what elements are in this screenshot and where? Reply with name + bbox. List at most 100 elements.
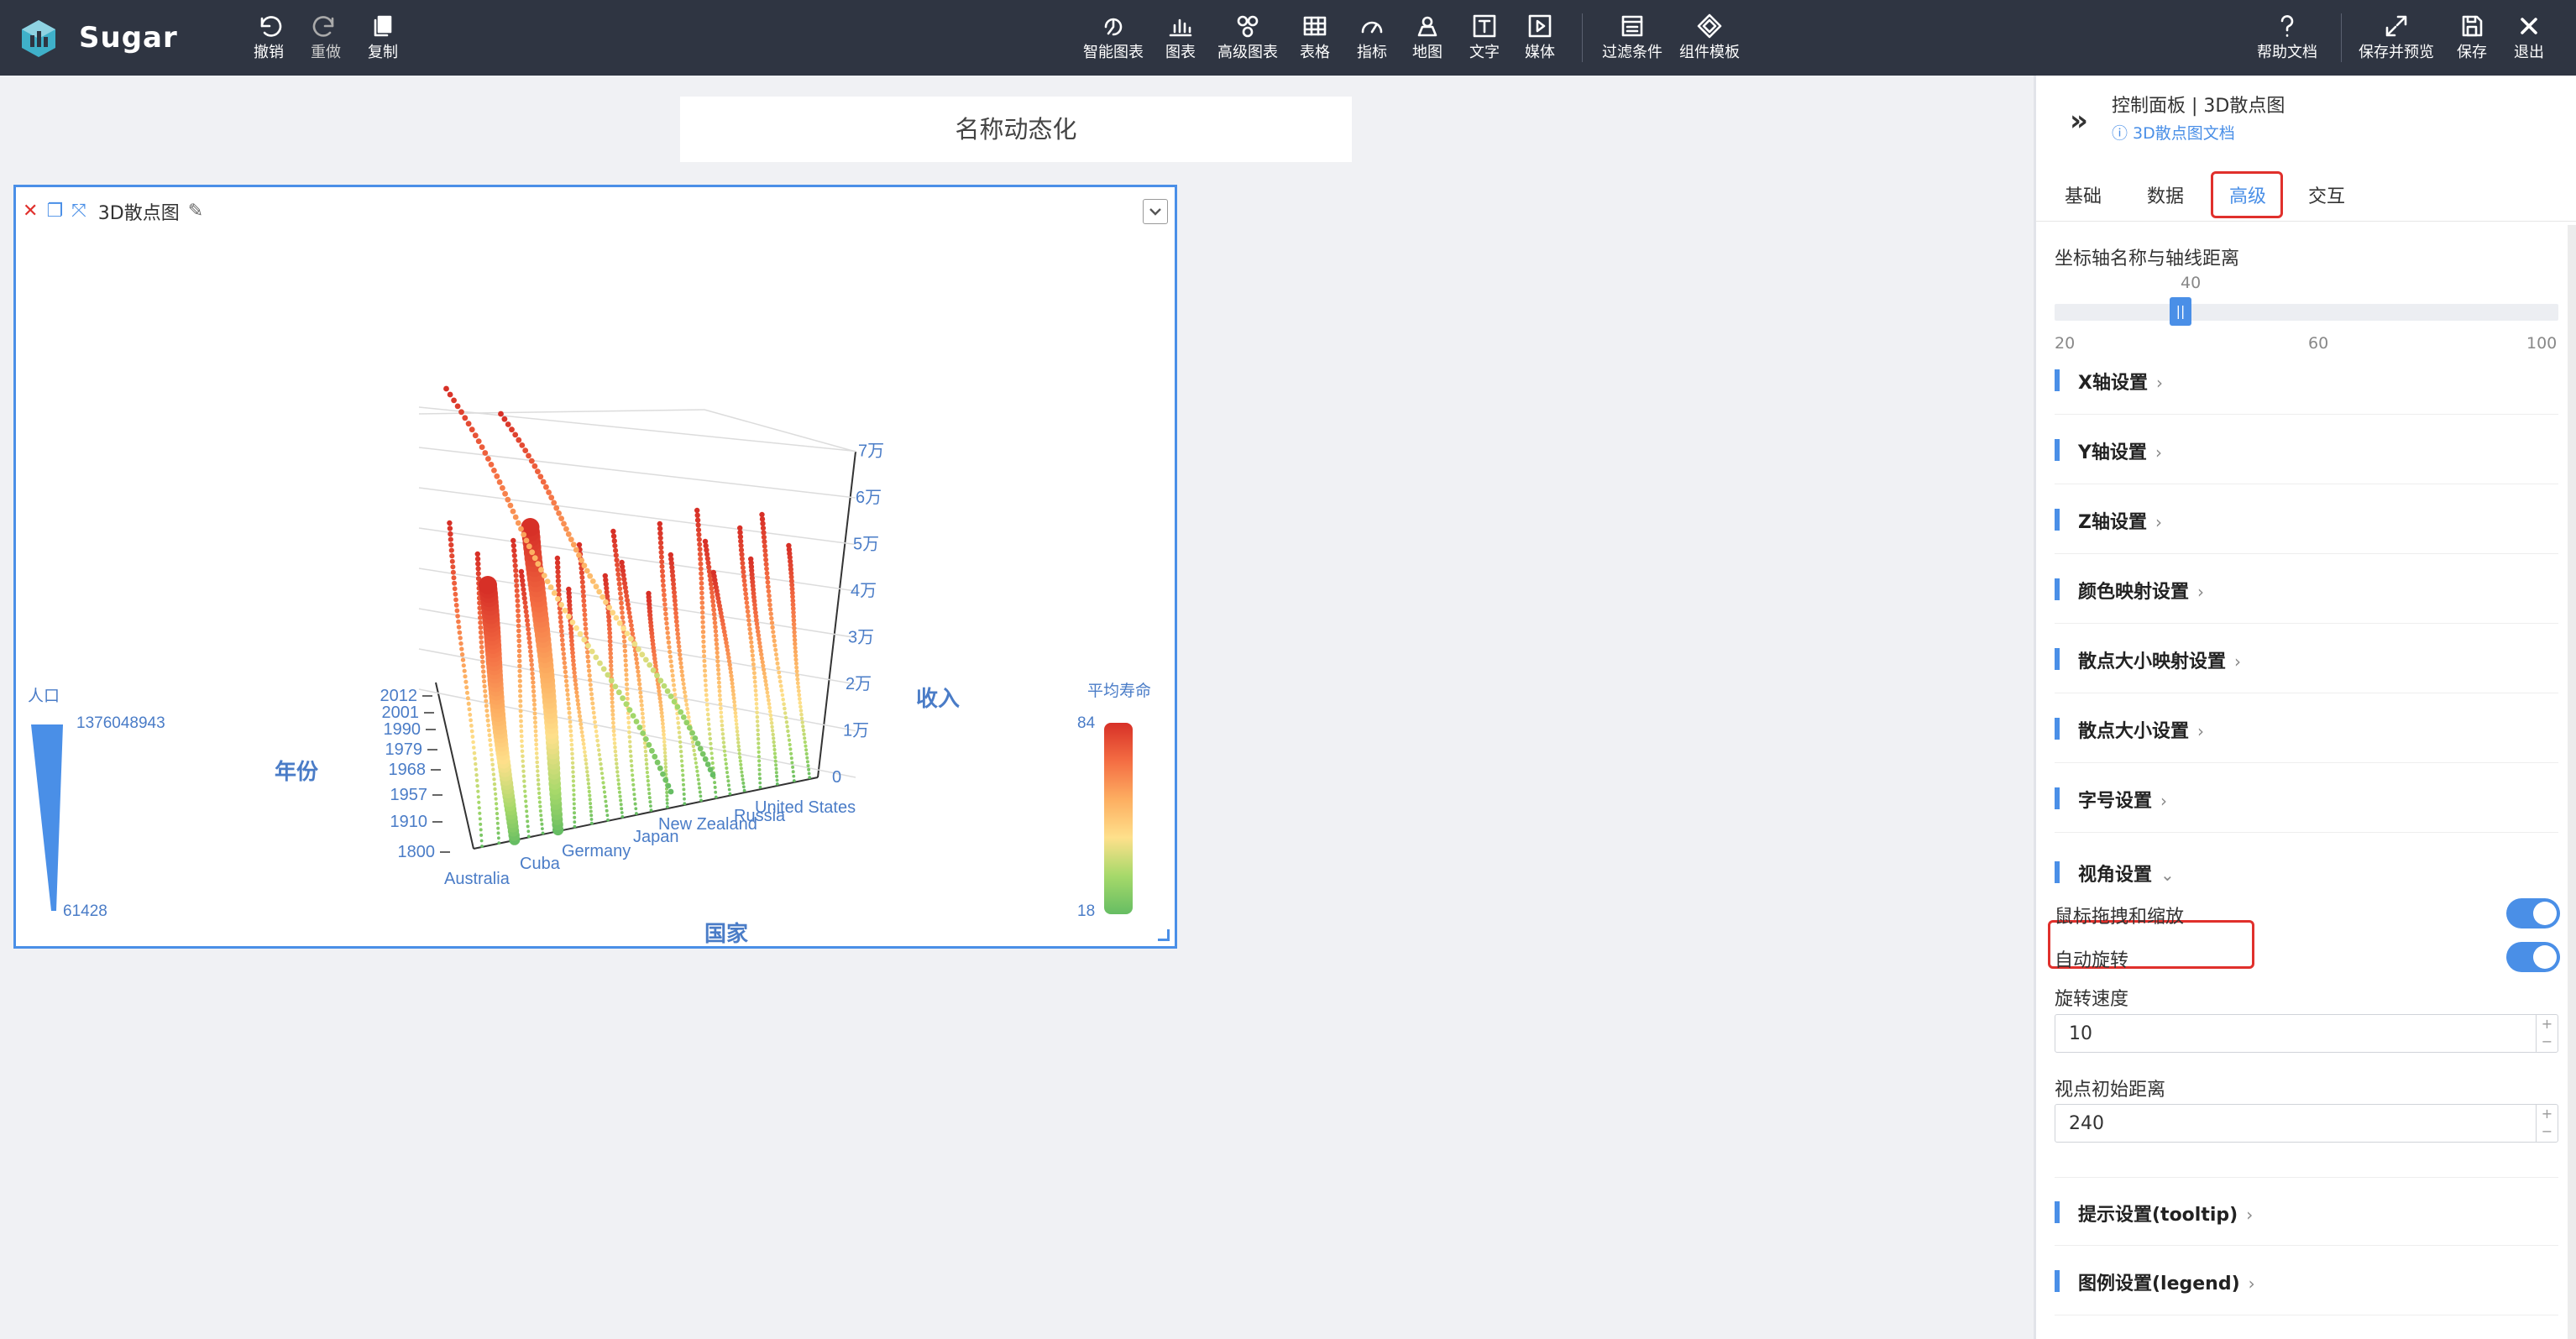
scatter-point [712, 620, 718, 625]
scatter-point [533, 720, 537, 724]
scatter-point [646, 741, 652, 748]
resize-handle-icon[interactable] [1158, 929, 1170, 941]
scatter-point [695, 769, 699, 773]
scatter-point [628, 636, 634, 642]
tab-data[interactable]: 数据 [2147, 181, 2184, 208]
scatter-point [704, 703, 709, 707]
scatter-point [697, 541, 703, 547]
media-button[interactable]: 媒体 [1523, 12, 1557, 67]
scatter-point [662, 777, 669, 783]
slider-handle[interactable]: || [2170, 297, 2191, 326]
scatter-point [619, 559, 625, 566]
scatter-point [700, 609, 705, 615]
edit-pencil-icon[interactable]: ✎ [188, 201, 203, 222]
section-point-size[interactable]: 散点大小设置 › [2055, 694, 2558, 763]
scatter-point [526, 636, 532, 641]
section-color-map[interactable]: 颜色映射设置 › [2055, 555, 2558, 624]
section-size-map[interactable]: 散点大小映射设置 › [2055, 625, 2558, 693]
scatter-point [588, 677, 593, 683]
section-view-angle[interactable]: 视角设置 ⌄ [2055, 838, 2558, 892]
scatter-point [573, 682, 579, 688]
scatter-point [758, 777, 762, 781]
template-button[interactable]: 组件模板 [1676, 12, 1743, 67]
smart-chart-button[interactable]: 智能图表 [1080, 12, 1147, 67]
redo-button[interactable]: 重做 [309, 12, 343, 67]
scatter-point [756, 732, 760, 737]
section-tooltip[interactable]: 提示设置(tooltip) › [2055, 1177, 2558, 1246]
advanced-chart-button[interactable]: 高级图表 [1214, 12, 1281, 67]
scatter-point [537, 787, 541, 791]
filter-button[interactable]: 过滤条件 [1599, 12, 1666, 67]
scatter-point [743, 595, 749, 601]
scatter-point [734, 718, 738, 723]
save-preview-button[interactable]: 保存并预览 [2354, 12, 2438, 67]
scatter-point [692, 735, 699, 741]
table-button[interactable]: 表格 [1298, 12, 1332, 67]
section-title: 图例设置(legend) › [2078, 1274, 2255, 1295]
card-menu-button[interactable] [1143, 199, 1168, 224]
scatter-point [674, 627, 680, 632]
drag-zoom-toggle[interactable] [2506, 898, 2560, 928]
scatter-point [507, 502, 514, 509]
fullscreen-icon[interactable]: ⤧ [71, 201, 86, 222]
scatter-point [605, 808, 609, 813]
tab-basic[interactable]: 基础 [2065, 181, 2102, 208]
delete-icon[interactable]: ✕ [23, 201, 38, 222]
scatter-point [539, 818, 543, 822]
scatter-point [662, 606, 668, 612]
collapse-panel-icon[interactable]: » [2070, 104, 2088, 138]
help-button[interactable]: 帮助文档 [2254, 12, 2321, 67]
auto-rotate-toggle[interactable] [2506, 942, 2560, 972]
scatter-point [733, 710, 738, 715]
z-tick-label: 1万 [843, 722, 869, 740]
stepper-arrows[interactable]: + − [2536, 1105, 2558, 1142]
axis-distance-slider[interactable] [2055, 304, 2558, 321]
duplicate-icon[interactable]: ❐ [46, 201, 63, 222]
scatter-point [717, 688, 722, 693]
scatter-point [683, 698, 689, 703]
scatter-point [534, 746, 539, 751]
scatter-point [474, 551, 480, 557]
text-button[interactable]: 文字 [1468, 12, 1501, 67]
section-x-axis[interactable]: X轴设置 › [2055, 346, 2558, 415]
scatter-point [678, 661, 683, 666]
scatter-point [792, 779, 796, 782]
tab-interaction[interactable]: 交互 [2308, 181, 2345, 208]
scatter-point [769, 615, 774, 621]
chart-card[interactable]: 0 1万 2万 3万 4万 5万 6万 7万 1800 1910 1957 1968 1979 1990 2… [13, 185, 1177, 949]
scatter-point [634, 656, 639, 662]
scatter-point [589, 821, 594, 825]
scatter-point [469, 426, 475, 433]
exit-button[interactable]: 退出 [2512, 12, 2546, 67]
section-font-size[interactable]: 字号设置 › [2055, 764, 2558, 833]
save-button[interactable]: 保存 [2455, 12, 2489, 67]
scatter-point [714, 637, 719, 642]
scatter-point [662, 592, 667, 598]
chart-doc-link[interactable]: ⓘ 3D散点图文档 [2112, 121, 2235, 144]
section-y-axis[interactable]: Y轴设置 › [2055, 416, 2558, 484]
section-legend[interactable]: 图例设置(legend) › [2055, 1247, 2558, 1315]
scatter-point [743, 591, 749, 597]
scatter-point [631, 787, 636, 792]
undo-button[interactable]: 撤销 [252, 12, 285, 67]
page-title[interactable]: 名称动态化 [680, 97, 1352, 162]
scatter-point [733, 714, 738, 719]
map-button[interactable]: 地图 [1411, 12, 1444, 67]
scatter-point [738, 756, 742, 760]
rotate-speed-input[interactable]: 10 + − [2055, 1014, 2558, 1053]
scatter-point [758, 648, 763, 653]
view-distance-input[interactable]: 240 + − [2055, 1104, 2558, 1143]
metric-button[interactable]: 指标 [1355, 12, 1389, 67]
scatter-point [541, 827, 544, 830]
scatter-point [683, 797, 686, 801]
scatter-point [793, 653, 798, 658]
chart-button[interactable]: 图表 [1164, 12, 1197, 67]
scatter-point [596, 743, 600, 748]
scatter-point [625, 682, 629, 687]
stepper-arrows[interactable]: + − [2536, 1015, 2558, 1052]
scatter-point [699, 600, 705, 605]
copy-button[interactable]: 复制 [366, 12, 400, 67]
scatter-point [700, 615, 705, 620]
section-z-axis[interactable]: Z轴设置 › [2055, 485, 2558, 554]
panel-scrollbar[interactable] [2568, 225, 2576, 1339]
